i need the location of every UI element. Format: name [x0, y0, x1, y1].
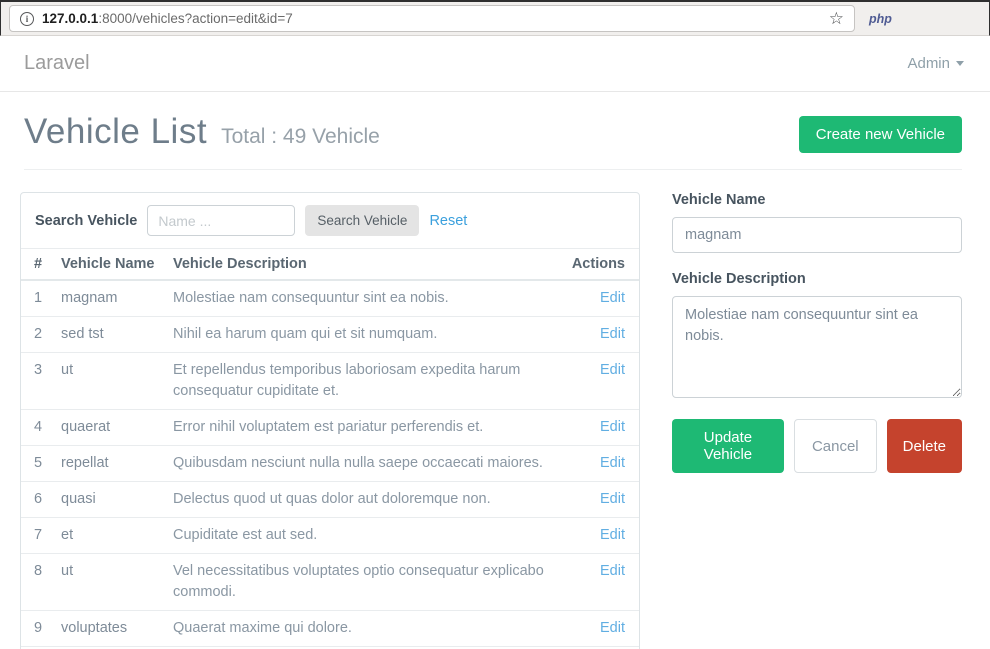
edit-link[interactable]: Edit [600, 362, 625, 378]
table-row: 9 voluptates Quaerat maxime qui dolore. … [21, 611, 639, 647]
app-navbar: Laravel Admin [0, 36, 990, 92]
main-content: Search Vehicle Search Vehicle Reset # Ve… [0, 170, 990, 649]
edit-link[interactable]: Edit [600, 455, 625, 471]
page-title: Vehicle List [24, 112, 207, 152]
form-buttons: Update Vehicle Cancel Delete [672, 419, 962, 473]
vehicle-description-cell: Et repellendus temporibus laboriosam exp… [165, 353, 575, 409]
url-path: :8000/vehicles?action=edit&id=7 [98, 11, 292, 26]
row-number-cell: 5 [21, 446, 53, 481]
vehicle-description-cell: Molestiae nam consequuntur sint ea nobis… [165, 281, 575, 316]
row-number-cell: 9 [21, 611, 53, 646]
edit-vehicle-form: Vehicle Name Vehicle Description Molesti… [672, 192, 962, 473]
edit-link[interactable]: Edit [600, 290, 625, 306]
admin-dropdown-label: Admin [907, 55, 950, 72]
heading-divider [24, 169, 962, 170]
table-header-row: # Vehicle Name Vehicle Description Actio… [21, 249, 639, 281]
vehicle-name-input[interactable] [672, 217, 962, 253]
header-number: # [21, 249, 53, 279]
table-row: 1 magnam Molestiae nam consequuntur sint… [21, 281, 639, 317]
table-row: 6 quasi Delectus quod ut quas dolor aut … [21, 482, 639, 518]
reset-link[interactable]: Reset [429, 213, 467, 229]
edit-link[interactable]: Edit [600, 491, 625, 507]
row-number-cell: 4 [21, 410, 53, 445]
header-actions: Actions [564, 249, 639, 279]
brand-link[interactable]: Laravel [24, 52, 90, 75]
address-bar[interactable]: i 127.0.0.1:8000/vehicles?action=edit&id… [9, 5, 855, 32]
php-extension-icon[interactable]: php [869, 12, 892, 26]
search-label: Search Vehicle [35, 213, 137, 229]
edit-link[interactable]: Edit [600, 419, 625, 435]
edit-link[interactable]: Edit [600, 326, 625, 342]
vehicle-list-card: Search Vehicle Search Vehicle Reset # Ve… [20, 192, 640, 649]
vehicle-table: # Vehicle Name Vehicle Description Actio… [21, 249, 639, 649]
vehicle-description-label: Vehicle Description [672, 271, 962, 287]
vehicle-name-cell: voluptates [53, 611, 165, 646]
table-row: 5 repellat Quibusdam nesciunt nulla null… [21, 446, 639, 482]
table-body: 1 magnam Molestiae nam consequuntur sint… [21, 281, 639, 649]
search-button[interactable]: Search Vehicle [305, 205, 419, 236]
vehicle-description-cell: Cupiditate est aut sed. [165, 518, 575, 553]
row-number-cell: 8 [21, 554, 53, 610]
table-row: 7 et Cupiditate est aut sed. Edit [21, 518, 639, 554]
search-section: Search Vehicle Search Vehicle Reset [21, 193, 639, 249]
edit-link[interactable]: Edit [600, 563, 625, 579]
vehicle-description-cell: Quaerat maxime qui dolore. [165, 611, 575, 646]
delete-button[interactable]: Delete [887, 419, 962, 473]
table-row: 8 ut Vel necessitatibus voluptates optio… [21, 554, 639, 611]
vehicle-name-cell: et [53, 518, 165, 553]
chevron-down-icon [956, 61, 964, 66]
row-number-cell: 6 [21, 482, 53, 517]
edit-link[interactable]: Edit [600, 620, 625, 636]
browser-chrome: i 127.0.0.1:8000/vehicles?action=edit&id… [0, 0, 990, 36]
vehicle-description-cell: Delectus quod ut quas dolor aut doloremq… [165, 482, 575, 517]
total-count-label: Total : 49 Vehicle [221, 125, 380, 149]
admin-dropdown[interactable]: Admin [907, 55, 964, 72]
vehicle-name-cell: quaerat [53, 410, 165, 445]
table-row: 2 sed tst Nihil ea harum quam qui et sit… [21, 317, 639, 353]
bookmark-star-icon[interactable]: ☆ [829, 10, 844, 27]
search-input[interactable] [147, 205, 295, 236]
table-row: 3 ut Et repellendus temporibus laboriosa… [21, 353, 639, 410]
vehicle-description-cell: Error nihil voluptatem est pariatur perf… [165, 410, 575, 445]
table-row: 4 quaerat Error nihil voluptatem est par… [21, 410, 639, 446]
vehicle-name-cell: ut [53, 554, 165, 610]
url-host: 127.0.0.1 [42, 11, 98, 26]
vehicle-name-cell: ut [53, 353, 165, 409]
create-new-vehicle-button[interactable]: Create new Vehicle [799, 116, 962, 153]
edit-link[interactable]: Edit [600, 527, 625, 543]
row-number-cell: 3 [21, 353, 53, 409]
vehicle-name-cell: repellat [53, 446, 165, 481]
row-number-cell: 7 [21, 518, 53, 553]
vehicle-name-cell: quasi [53, 482, 165, 517]
update-vehicle-button[interactable]: Update Vehicle [672, 419, 784, 473]
row-number-cell: 1 [21, 281, 53, 316]
site-info-icon[interactable]: i [20, 12, 34, 26]
vehicle-description-cell: Vel necessitatibus voluptates optio cons… [165, 554, 575, 610]
vehicle-description-textarea[interactable]: Molestiae nam consequuntur sint ea nobis… [672, 296, 962, 398]
header-name: Vehicle Name [53, 249, 165, 279]
row-number-cell: 2 [21, 317, 53, 352]
vehicle-description-cell: Nihil ea harum quam qui et sit numquam. [165, 317, 575, 352]
cancel-button[interactable]: Cancel [794, 419, 877, 473]
vehicle-description-cell: Quibusdam nesciunt nulla nulla saepe occ… [165, 446, 575, 481]
header-description: Vehicle Description [165, 249, 564, 279]
vehicle-name-label: Vehicle Name [672, 192, 962, 208]
vehicle-name-cell: sed tst [53, 317, 165, 352]
vehicle-name-cell: magnam [53, 281, 165, 316]
url-text[interactable]: 127.0.0.1:8000/vehicles?action=edit&id=7 [42, 11, 821, 26]
page-header: Vehicle List Total : 49 Vehicle Create n… [0, 92, 990, 170]
